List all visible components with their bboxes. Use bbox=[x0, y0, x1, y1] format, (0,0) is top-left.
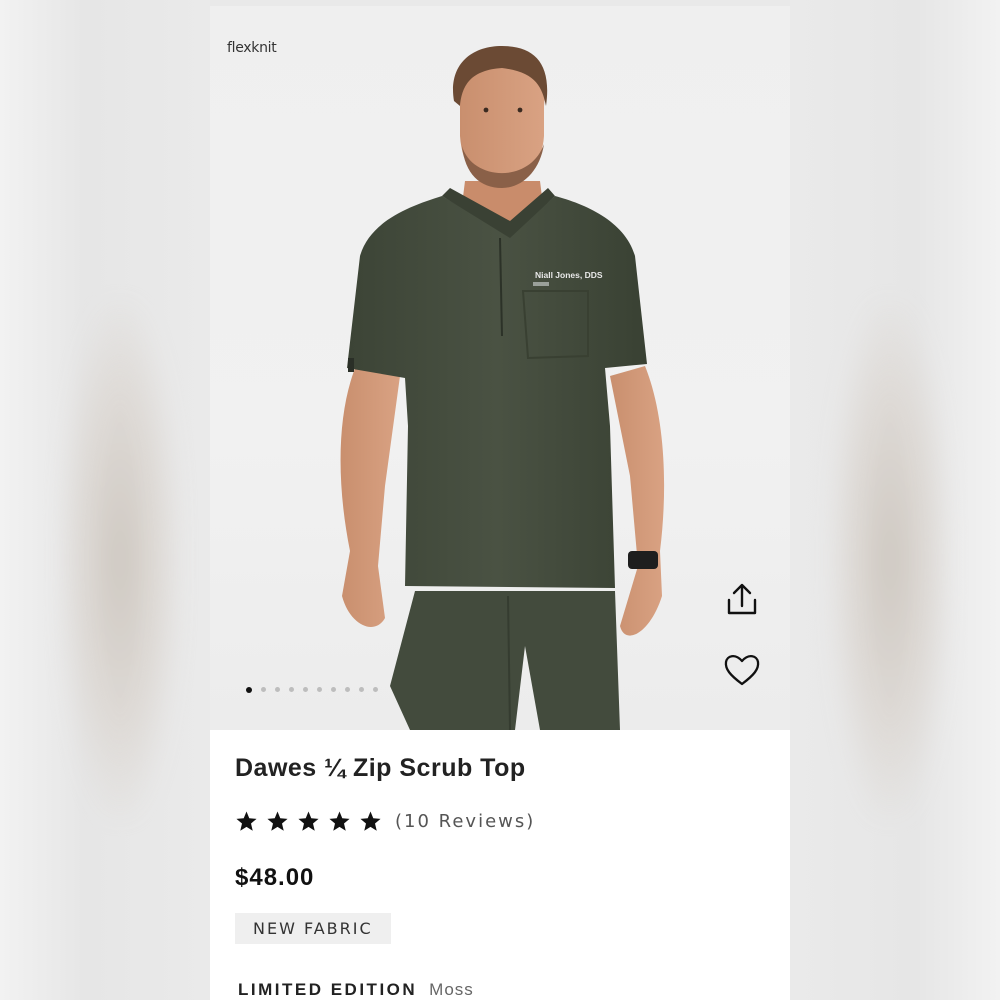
gallery-pagination[interactable] bbox=[246, 686, 378, 693]
gallery-dot[interactable] bbox=[246, 686, 252, 693]
heart-icon[interactable] bbox=[720, 648, 764, 692]
product-photo: Niall Jones, DDS bbox=[340, 46, 665, 730]
selected-color: Moss bbox=[429, 980, 474, 999]
star-rating bbox=[235, 810, 382, 833]
gallery-dot[interactable] bbox=[373, 687, 378, 692]
edition-label: LIMITED EDITION bbox=[238, 980, 418, 999]
product-title: Dawes ¼ Zip Scrub Top bbox=[235, 754, 526, 782]
star-icon bbox=[236, 811, 257, 831]
star-icon bbox=[298, 811, 319, 831]
gallery-dot[interactable] bbox=[345, 687, 350, 692]
new-fabric-badge: NEW FABRIC bbox=[235, 913, 391, 944]
star-icon bbox=[360, 811, 381, 831]
blurred-background-right bbox=[790, 0, 1000, 1000]
gallery-dot[interactable] bbox=[317, 687, 322, 692]
blurred-background-left bbox=[0, 0, 210, 1000]
gallery-dot[interactable] bbox=[289, 687, 294, 692]
color-selector-label: LIMITED EDITION Moss bbox=[238, 980, 474, 1000]
star-icon bbox=[267, 811, 288, 831]
gallery-dot[interactable] bbox=[275, 687, 280, 692]
gallery-dot[interactable] bbox=[261, 687, 266, 692]
product-page: flexknit Niall Jones, DDS Dawes ¼ Zip Sc… bbox=[210, 6, 790, 1000]
svg-text:Niall Jones, DDS: Niall Jones, DDS bbox=[535, 270, 603, 280]
share-icon[interactable] bbox=[720, 578, 764, 622]
reviews-link[interactable]: (10 Reviews) bbox=[395, 811, 535, 832]
product-price: $48.00 bbox=[235, 864, 315, 891]
gallery-dot[interactable] bbox=[359, 687, 364, 692]
rating-row[interactable]: (10 Reviews) bbox=[235, 810, 535, 833]
gallery-dot[interactable] bbox=[331, 687, 336, 692]
gallery-dot[interactable] bbox=[303, 687, 308, 692]
product-image-gallery[interactable]: flexknit Niall Jones, DDS bbox=[210, 6, 790, 730]
star-icon bbox=[329, 811, 350, 831]
